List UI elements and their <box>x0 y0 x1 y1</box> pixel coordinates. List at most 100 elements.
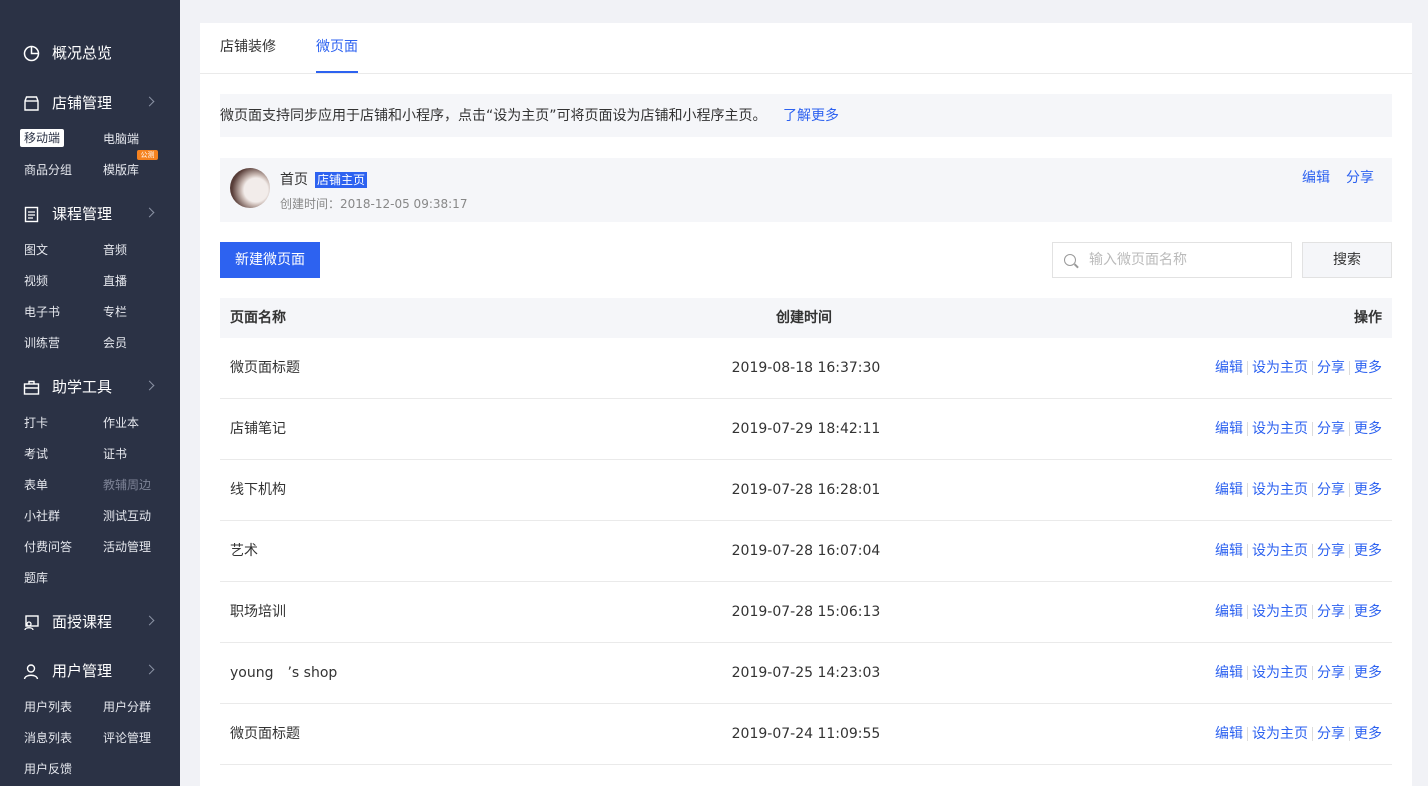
pie-chart-icon <box>23 45 40 62</box>
row-set-home-link[interactable]: 设为主页 <box>1252 541 1308 561</box>
notice-text: 微页面支持同步应用于店铺和小程序，点击“设为主页”可将页面设为店铺和小程序主页。 <box>220 108 767 124</box>
home-share-link[interactable]: 分享 <box>1346 168 1374 188</box>
row-actions: 编辑 设为主页 分享 更多 <box>1215 480 1382 500</box>
row-more-link[interactable]: 更多 <box>1354 480 1382 500</box>
row-edit-link[interactable]: 编辑 <box>1215 724 1243 744</box>
row-edit-link[interactable]: 编辑 <box>1215 358 1243 378</box>
row-set-home-link[interactable]: 设为主页 <box>1252 724 1308 744</box>
row-share-link[interactable]: 分享 <box>1317 541 1345 561</box>
row-share-link[interactable]: 分享 <box>1317 358 1345 378</box>
sidebar-item-community[interactable]: 小社群 <box>24 507 60 525</box>
beta-badge: 公测 <box>137 150 158 160</box>
main-panel: 店铺装修 微页面 微页面支持同步应用于店铺和小程序，点击“设为主页”可将页面设为… <box>200 23 1412 786</box>
row-edit-link[interactable]: 编辑 <box>1215 419 1243 439</box>
sidebar-item-product-groups[interactable]: 商品分组 <box>24 161 72 179</box>
new-micro-page-button[interactable]: 新建微页面 <box>220 242 320 278</box>
table-row: 微页面标题 2019-08-18 16:37:30 编辑 设为主页 分享 更多 <box>220 338 1392 399</box>
row-more-link[interactable]: 更多 <box>1354 602 1382 622</box>
sidebar-section-label: 店铺管理 <box>52 94 113 112</box>
tab-store-decoration[interactable]: 店铺装修 <box>220 37 276 57</box>
sidebar-item-mobile[interactable]: 移动端 <box>20 129 65 147</box>
row-share-link[interactable]: 分享 <box>1317 724 1345 744</box>
table-row: young ’s shop 2019-07-25 14:23:03 编辑 设为主页 分享… <box>220 643 1392 704</box>
row-actions: 编辑 设为主页 分享 更多 <box>1215 602 1382 622</box>
sidebar-section-tools[interactable]: 助学工具 <box>0 372 180 402</box>
sidebar-item-exam[interactable]: 考试 <box>24 445 48 463</box>
sidebar-item-template-library[interactable]: 模版库 <box>103 161 139 179</box>
sidebar-item-comments[interactable]: 评论管理 <box>103 729 151 747</box>
sidebar-item-paid-qa[interactable]: 付费问答 <box>24 538 72 556</box>
row-set-home-link[interactable]: 设为主页 <box>1252 663 1308 683</box>
sidebar-item-audio[interactable]: 音频 <box>103 241 127 259</box>
row-set-home-link[interactable]: 设为主页 <box>1252 602 1308 622</box>
sidebar-item-quiz-interaction[interactable]: 测试互动 <box>103 507 151 525</box>
search-input[interactable] <box>1089 243 1287 277</box>
search-button[interactable]: 搜索 <box>1302 242 1392 278</box>
sidebar-item-user-segments[interactable]: 用户分群 <box>103 698 151 716</box>
sidebar-section-users[interactable]: 用户管理 <box>0 656 180 686</box>
row-set-home-link[interactable]: 设为主页 <box>1252 480 1308 500</box>
sidebar-item-feedback[interactable]: 用户反馈 <box>24 760 72 778</box>
sidebar-item-ebook[interactable]: 电子书 <box>24 303 60 321</box>
row-more-link[interactable]: 更多 <box>1354 358 1382 378</box>
sidebar-item-user-list[interactable]: 用户列表 <box>24 698 72 716</box>
column-header-name: 页面名称 <box>230 310 286 326</box>
sidebar-item-camp[interactable]: 训练营 <box>24 334 60 352</box>
action-divider <box>1312 666 1313 680</box>
sidebar-item-certificate[interactable]: 证书 <box>103 445 127 463</box>
row-edit-link[interactable]: 编辑 <box>1215 602 1243 622</box>
column-header-actions: 操作 <box>1354 310 1382 326</box>
row-more-link[interactable]: 更多 <box>1354 663 1382 683</box>
chevron-right-icon <box>144 207 155 218</box>
sidebar-item-video[interactable]: 视频 <box>24 272 48 290</box>
action-divider <box>1312 544 1313 558</box>
row-share-link[interactable]: 分享 <box>1317 480 1345 500</box>
home-edit-link[interactable]: 编辑 <box>1302 168 1330 188</box>
row-share-link[interactable]: 分享 <box>1317 602 1345 622</box>
sidebar-item-member[interactable]: 会员 <box>103 334 127 352</box>
sidebar-item-homework[interactable]: 作业本 <box>103 414 139 432</box>
action-divider <box>1349 727 1350 741</box>
info-notice: 微页面支持同步应用于店铺和小程序，点击“设为主页”可将页面设为店铺和小程序主页。… <box>220 94 1392 137</box>
row-edit-link[interactable]: 编辑 <box>1215 663 1243 683</box>
sidebar-item-question-bank[interactable]: 题库 <box>24 569 48 587</box>
action-divider <box>1247 666 1248 680</box>
row-more-link[interactable]: 更多 <box>1354 541 1382 561</box>
sidebar-item-messages[interactable]: 消息列表 <box>24 729 72 747</box>
sidebar-section-store[interactable]: 店铺管理 <box>0 88 180 118</box>
row-share-link[interactable]: 分享 <box>1317 663 1345 683</box>
sidebar-section-label: 助学工具 <box>52 378 113 396</box>
active-tab-indicator <box>316 71 358 73</box>
sidebar-section-overview[interactable]: 概况总览 <box>0 38 180 68</box>
sidebar-item-form[interactable]: 表单 <box>24 476 48 494</box>
action-divider <box>1247 605 1248 619</box>
row-more-link[interactable]: 更多 <box>1354 419 1382 439</box>
action-divider <box>1312 422 1313 436</box>
teacher-icon <box>24 615 39 631</box>
learn-more-link[interactable]: 了解更多 <box>783 106 839 126</box>
row-actions: 编辑 设为主页 分享 更多 <box>1215 358 1382 378</box>
sidebar-section-offline[interactable]: 面授课程 <box>0 607 180 637</box>
home-created-time: 创建时间：2018-12-05 09:38:17 <box>280 197 468 211</box>
row-set-home-link[interactable]: 设为主页 <box>1252 419 1308 439</box>
row-share-link[interactable]: 分享 <box>1317 419 1345 439</box>
row-edit-link[interactable]: 编辑 <box>1215 480 1243 500</box>
row-edit-link[interactable]: 编辑 <box>1215 541 1243 561</box>
sidebar-section-course[interactable]: 课程管理 <box>0 199 180 229</box>
sidebar-item-column[interactable]: 专栏 <box>103 303 127 321</box>
sidebar-section-label: 课程管理 <box>52 205 113 223</box>
action-divider <box>1247 727 1248 741</box>
sidebar-item-pc[interactable]: 电脑端 <box>103 130 139 148</box>
row-set-home-link[interactable]: 设为主页 <box>1252 358 1308 378</box>
sidebar-item-image-text[interactable]: 图文 <box>24 241 48 259</box>
sidebar-item-teaching-aids: 教辅周边 <box>103 478 152 492</box>
action-divider <box>1349 666 1350 680</box>
row-more-link[interactable]: 更多 <box>1354 724 1382 744</box>
chevron-right-icon <box>144 96 155 107</box>
sidebar-item-checkin[interactable]: 打卡 <box>24 414 48 432</box>
sidebar-item-live[interactable]: 直播 <box>103 272 127 290</box>
tab-micro-page[interactable]: 微页面 <box>316 37 358 57</box>
sidebar-item-activity[interactable]: 活动管理 <box>103 538 151 556</box>
table-row: 店铺笔记 2019-07-29 18:42:11 编辑 设为主页 分享 更多 <box>220 399 1392 460</box>
toolbox-icon <box>23 380 40 395</box>
